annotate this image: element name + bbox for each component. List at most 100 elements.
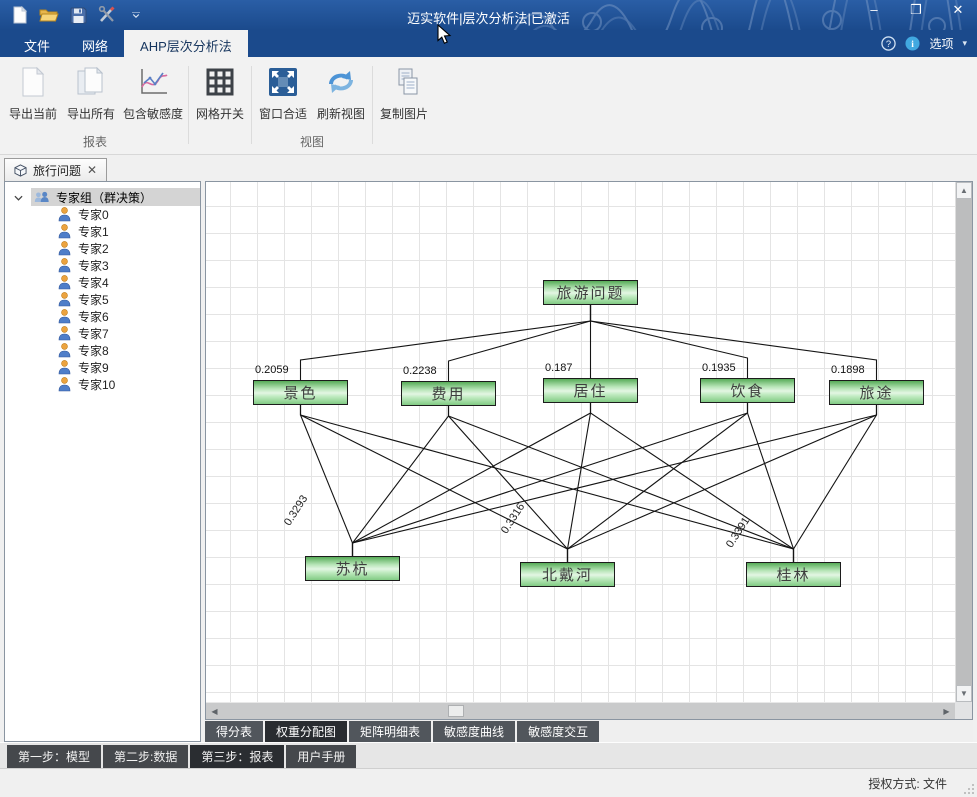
person-icon — [58, 309, 71, 324]
weight-label-景色: 0.2059 — [255, 364, 289, 376]
tree-item-专家1[interactable]: 专家1 — [5, 223, 200, 240]
tree-item-专家2[interactable]: 专家2 — [5, 240, 200, 257]
ribbon-group-label: 报表 — [4, 131, 186, 154]
menu-tab-网络[interactable]: 网络 — [66, 30, 124, 57]
diagram-panel: 旅游问题景色0.2059费用0.2238居住0.187饮食0.1935旅途0.1… — [205, 181, 973, 720]
weight-label-旅途: 0.1898 — [831, 364, 865, 376]
tree-item-label: 专家8 — [78, 342, 109, 359]
ribbon-group: 复制图片 — [375, 60, 433, 154]
minimize-button[interactable]: – — [863, 2, 885, 18]
close-button[interactable]: ✕ — [947, 2, 969, 18]
tab-close-icon[interactable]: ✕ — [87, 163, 97, 177]
vertical-scroll-track[interactable] — [956, 199, 972, 685]
diagram-node-桂林[interactable]: 桂林 — [746, 562, 841, 587]
new-file-button[interactable] — [10, 5, 30, 25]
license-mode-text: 授权方式: 文件 — [868, 775, 947, 792]
tree-item-专家5[interactable]: 专家5 — [5, 291, 200, 308]
tree-root-row[interactable]: 专家组（群决策） — [31, 188, 200, 206]
diagram-node-旅游问题[interactable]: 旅游问题 — [543, 280, 638, 305]
tools-button[interactable] — [97, 5, 117, 25]
menu-tabs: 文件网络AHP层次分析法 — [0, 30, 248, 57]
info-icon[interactable]: i — [905, 36, 920, 51]
tree-item-专家6[interactable]: 专家6 — [5, 308, 200, 325]
diagram-node-居住[interactable]: 居住 — [543, 378, 638, 403]
ribbon-button-导出所有[interactable]: 导出所有 — [62, 60, 120, 122]
result-tab-权重分配图[interactable]: 权重分配图 — [265, 721, 347, 742]
tree-item-专家3[interactable]: 专家3 — [5, 257, 200, 274]
result-tab-得分表[interactable]: 得分表 — [205, 721, 263, 742]
tree-item-专家0[interactable]: 专家0 — [5, 206, 200, 223]
options-button[interactable]: 选项 — [929, 35, 953, 52]
scroll-up-icon[interactable]: ▲ — [956, 182, 972, 199]
tree-root-expert-group[interactable]: 专家组（群决策） — [5, 188, 200, 206]
scroll-left-icon[interactable]: ◀ — [206, 703, 223, 719]
export-all-icon — [76, 66, 106, 98]
person-icon — [58, 326, 71, 341]
tree-item-专家10[interactable]: 专家10 — [5, 376, 200, 393]
save-icon — [70, 7, 87, 24]
ribbon-button-窗口合适[interactable]: 窗口合适 — [254, 60, 312, 122]
weight-label-居住: 0.187 — [545, 362, 573, 374]
scroll-right-icon[interactable]: ▶ — [938, 703, 955, 719]
tree-item-label: 专家4 — [78, 274, 109, 291]
document-tab-travel-problem[interactable]: 旅行问题 ✕ — [4, 158, 107, 181]
ribbon-button-label: 导出所有 — [67, 105, 115, 122]
chevron-down-icon[interactable] — [5, 190, 31, 204]
result-tab-矩阵明细表[interactable]: 矩阵明细表 — [349, 721, 431, 742]
ribbon-group-label — [191, 148, 249, 154]
ribbon-button-刷新视图[interactable]: 刷新视图 — [312, 60, 370, 122]
menu-tab-AHP层次分析法[interactable]: AHP层次分析法 — [124, 30, 248, 57]
ribbon-button-导出当前[interactable]: 导出当前 — [4, 60, 62, 122]
diagram-node-费用[interactable]: 费用 — [401, 381, 496, 406]
diagram-node-景色[interactable]: 景色 — [253, 380, 348, 405]
diagram-node-北戴河[interactable]: 北戴河 — [520, 562, 615, 587]
result-tab-敏感度曲线[interactable]: 敏感度曲线 — [433, 721, 515, 742]
help-icon[interactable]: ? — [881, 36, 896, 51]
ribbon-button-label: 窗口合适 — [259, 105, 307, 122]
save-button[interactable] — [68, 5, 88, 25]
ribbon-button-包含敏感度[interactable]: 包含敏感度 — [120, 60, 186, 122]
step-tab-用户手册[interactable]: 用户手册 — [286, 745, 356, 768]
person-icon — [58, 292, 71, 307]
ribbon-group-label: 视图 — [254, 131, 370, 154]
tree-item-label: 专家5 — [78, 291, 109, 308]
horizontal-scroll-thumb[interactable] — [448, 705, 464, 717]
menu-tab-文件[interactable]: 文件 — [8, 30, 66, 57]
fit-window-icon — [268, 66, 298, 98]
resize-grip[interactable] — [963, 783, 975, 795]
ribbon-button-复制图片[interactable]: 复制图片 — [375, 60, 433, 122]
person-icon — [58, 224, 71, 239]
step-bar: 第一步：模型第二步:数据第三步：报表用户手册 — [0, 742, 977, 768]
quick-access-toolbar — [0, 5, 146, 25]
maximize-button[interactable]: ❒ — [905, 2, 927, 18]
step-tab-第一步：模型[interactable]: 第一步：模型 — [7, 745, 101, 768]
diagram-node-旅途[interactable]: 旅途 — [829, 380, 924, 405]
hierarchy-canvas[interactable]: 旅游问题景色0.2059费用0.2238居住0.187饮食0.1935旅途0.1… — [206, 182, 955, 702]
vertical-scrollbar[interactable]: ▲ ▼ — [955, 182, 972, 702]
step-tab-第三步：报表[interactable]: 第三步：报表 — [190, 745, 284, 768]
weight-label-费用: 0.2238 — [403, 365, 437, 377]
tree-item-专家4[interactable]: 专家4 — [5, 274, 200, 291]
tree-item-专家7[interactable]: 专家7 — [5, 325, 200, 342]
person-icon — [58, 360, 71, 375]
tree-item-label: 专家6 — [78, 308, 109, 325]
scroll-down-icon[interactable]: ▼ — [956, 685, 972, 702]
tree-item-label: 专家10 — [78, 376, 115, 393]
step-tab-第二步:数据[interactable]: 第二步:数据 — [103, 745, 188, 768]
expert-group-icon — [33, 191, 51, 204]
document-tab-label: 旅行问题 — [33, 162, 81, 179]
expert-list: 专家0专家1专家2专家3专家4专家5专家6专家7专家8专家9专家10 — [5, 206, 200, 393]
ribbon-group-报表: 导出当前导出所有包含敏感度报表 — [4, 60, 186, 154]
diagram-node-苏杭[interactable]: 苏杭 — [305, 556, 400, 581]
tree-item-label: 专家3 — [78, 257, 109, 274]
horizontal-scrollbar[interactable]: ◀ ▶ — [206, 702, 955, 719]
quick-access-more-button[interactable] — [126, 5, 146, 25]
open-file-button[interactable] — [39, 5, 59, 25]
ribbon-button-网格开关[interactable]: 网格开关 — [191, 60, 249, 122]
diagram-node-饮食[interactable]: 饮食 — [700, 378, 795, 403]
tree-item-专家8[interactable]: 专家8 — [5, 342, 200, 359]
ribbon-group-视图: 窗口合适刷新视图视图 — [254, 60, 370, 154]
tree-item-专家9[interactable]: 专家9 — [5, 359, 200, 376]
result-tab-敏感度交互[interactable]: 敏感度交互 — [517, 721, 599, 742]
refresh-view-icon — [325, 66, 357, 98]
